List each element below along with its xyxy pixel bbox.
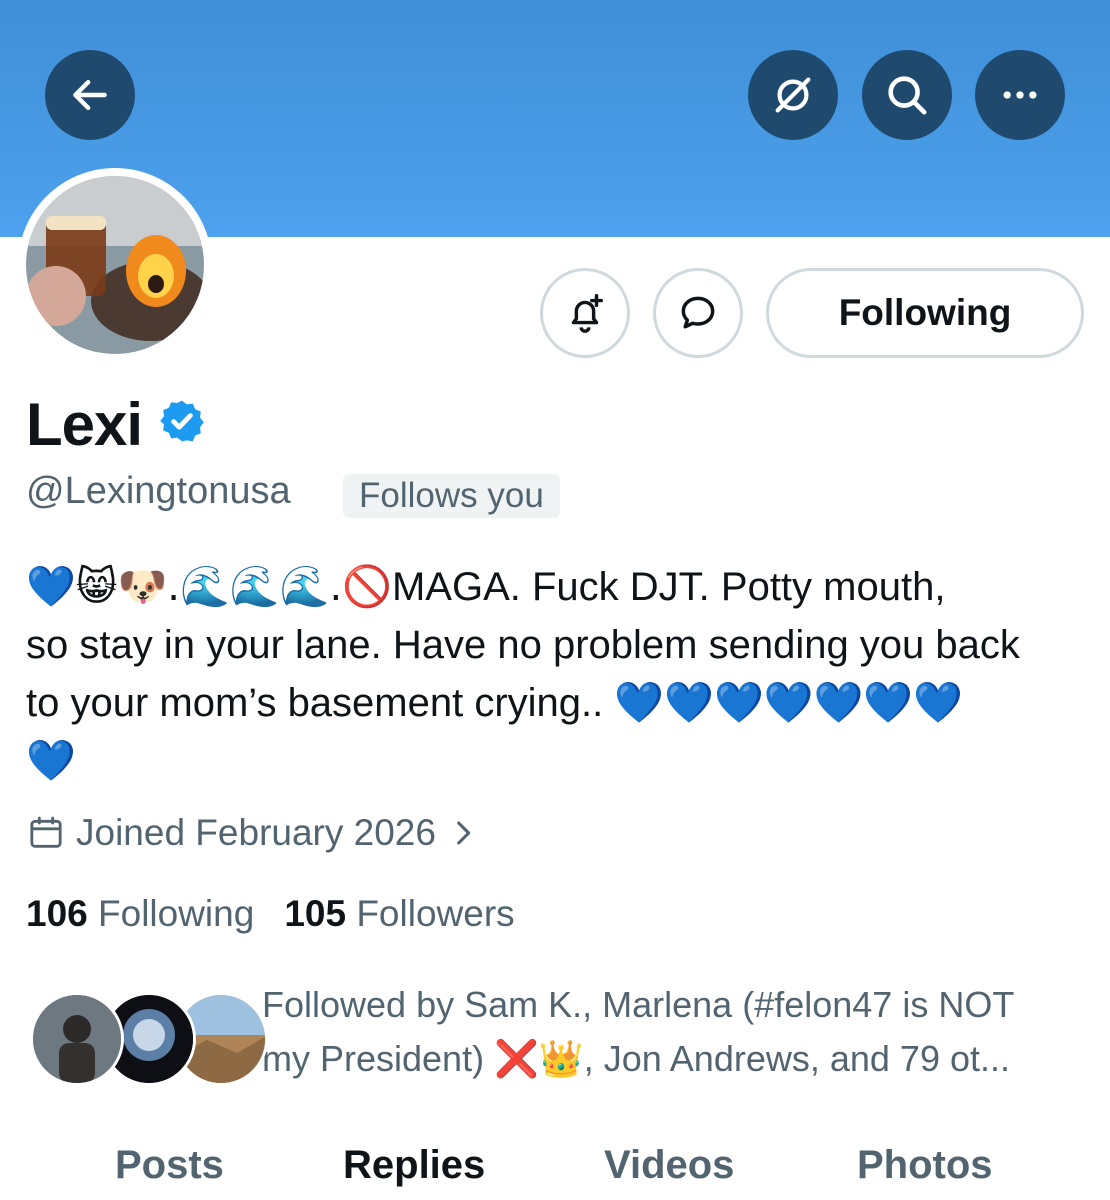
- chevron-right-icon: [457, 821, 471, 845]
- profile-avatar-frame: [18, 168, 212, 362]
- bell-plus-icon: [571, 294, 604, 333]
- followed-by-text[interactable]: Followed by Sam K., Marlena (#felon47 is…: [262, 978, 1082, 1087]
- profile-avatar[interactable]: [26, 176, 204, 354]
- followers-count: 105: [284, 893, 347, 934]
- following-count-link[interactable]: 106 Following: [26, 893, 254, 935]
- more-horizontal-icon: [1003, 91, 1037, 99]
- verified-badge-icon[interactable]: [158, 397, 206, 445]
- followers-count-label: Followers: [356, 893, 515, 934]
- bio-line-1: 💙😸🐶.🌊🌊🌊.🚫MAGA. Fuck DJT. Potty mouth,: [26, 558, 1086, 616]
- more-button[interactable]: [975, 50, 1065, 140]
- followed-by-text-part: , Jon Andrews, and 79 ot...: [583, 1038, 1011, 1079]
- following-button[interactable]: Following: [766, 268, 1084, 358]
- profile-bio: 💙😸🐶.🌊🌊🌊.🚫MAGA. Fuck DJT. Potty mouth, so…: [26, 558, 1086, 790]
- followed-by-line-1: Followed by Sam K., Marlena (#felon47 is…: [262, 984, 1015, 1025]
- tab-videos[interactable]: Videos: [604, 1143, 734, 1188]
- following-count-label: Following: [98, 893, 255, 934]
- profile-tabs: Posts Replies Videos Photos: [0, 1135, 1110, 1200]
- bio-line-4: 💙: [26, 738, 76, 784]
- message-bubble-icon: [681, 296, 715, 329]
- follow-stats: 106 Following 105 Followers: [26, 893, 515, 935]
- message-button[interactable]: [653, 268, 743, 358]
- arrow-left-icon: [73, 79, 107, 111]
- bio-line-3: to your mom’s basement crying.. 💙💙💙💙💙💙💙: [26, 674, 1086, 732]
- joined-date[interactable]: Joined February 2026: [26, 812, 480, 854]
- notifications-button[interactable]: [540, 268, 630, 358]
- followed-by-emoji: ❌👑: [494, 1039, 584, 1080]
- search-button[interactable]: [862, 50, 952, 140]
- follows-you-badge: Follows you: [343, 474, 560, 518]
- back-button[interactable]: [45, 50, 135, 140]
- followed-by-text-part: my President): [262, 1038, 495, 1079]
- bio-line-2: so stay in your lane. Have no problem se…: [26, 623, 1020, 667]
- following-button-label: Following: [838, 292, 1012, 333]
- avatar: [30, 992, 124, 1086]
- followed-by-avatars[interactable]: [30, 992, 268, 1088]
- followed-by-line-2: my President) ❌👑, Jon Andrews, and 79 ot…: [262, 1032, 1082, 1087]
- search-icon: [888, 76, 927, 115]
- followers-count-link[interactable]: 105 Followers: [284, 893, 514, 935]
- tab-replies[interactable]: Replies: [343, 1143, 485, 1188]
- following-count: 106: [26, 893, 88, 934]
- tab-posts[interactable]: Posts: [115, 1143, 224, 1188]
- calendar-icon: [30, 816, 62, 848]
- bio-text: MAGA. Fuck DJT. Potty mouth,: [391, 565, 946, 609]
- tab-photos[interactable]: Photos: [857, 1143, 993, 1188]
- display-name: Lexi: [26, 391, 143, 458]
- joined-text: Joined February 2026: [76, 812, 436, 853]
- bio-emoji: 💙😸🐶.🌊🌊🌊.🚫: [26, 564, 392, 610]
- slashed-circle-icon: [775, 77, 811, 113]
- bio-text: to your mom’s basement crying..: [26, 681, 615, 725]
- grok-button[interactable]: [748, 50, 838, 140]
- bio-emoji: 💙💙💙💙💙💙💙: [614, 680, 964, 726]
- user-handle: @Lexingtonusa: [26, 470, 291, 512]
